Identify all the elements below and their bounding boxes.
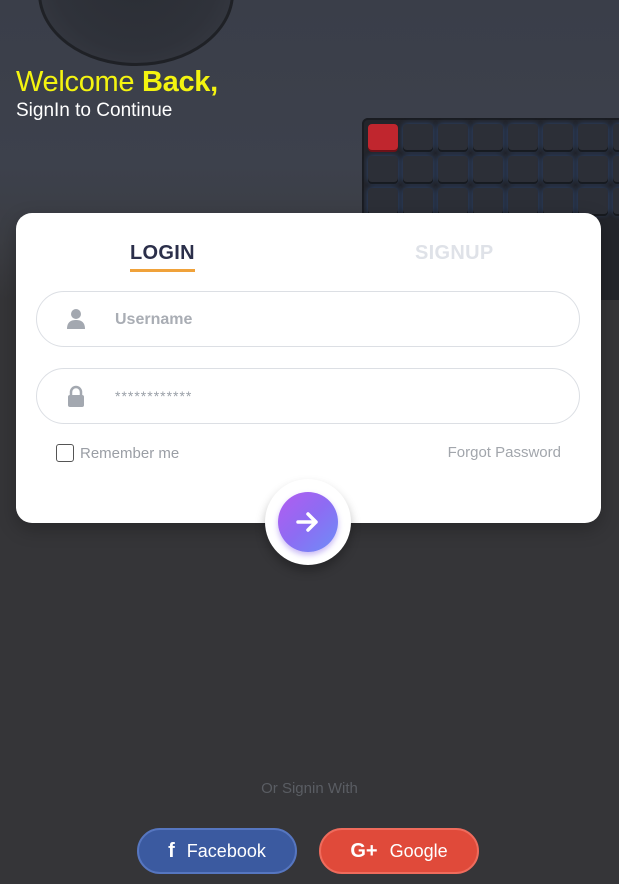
coffee-mug-image [38, 0, 234, 66]
username-field[interactable] [36, 291, 580, 347]
arrow-right-icon [296, 512, 318, 532]
welcome-strong: Back, [142, 66, 218, 98]
subtitle: SignIn to Continue [16, 100, 173, 121]
tab-signup[interactable]: SIGNUP [415, 242, 493, 265]
password-input[interactable] [113, 379, 547, 415]
user-icon [67, 309, 85, 329]
facebook-button[interactable]: f Facebook [137, 828, 297, 874]
google-button[interactable]: G+ Google [319, 828, 479, 874]
submit-button-ring [265, 479, 351, 565]
facebook-icon: f [168, 839, 175, 862]
remember-checkbox[interactable] [56, 444, 74, 462]
username-input[interactable] [113, 302, 547, 338]
remember-me[interactable]: Remember me [56, 444, 179, 462]
submit-button[interactable] [278, 492, 338, 552]
google-label: Google [389, 840, 448, 861]
tab-login[interactable]: LOGIN [130, 242, 195, 272]
welcome-title: Welcome Back, [16, 66, 218, 99]
password-field[interactable] [36, 368, 580, 424]
facebook-label: Facebook [186, 840, 266, 861]
google-plus-icon: G+ [350, 839, 378, 862]
login-card: LOGIN SIGNUP Remember me Forgot Password [16, 213, 601, 523]
remember-label: Remember me [80, 444, 180, 462]
or-signin-with-text: Or Signin With [261, 780, 358, 797]
forgot-password-link[interactable]: Forgot Password [448, 444, 561, 461]
welcome-prefix: Welcome [16, 66, 135, 98]
lock-icon [68, 385, 84, 407]
